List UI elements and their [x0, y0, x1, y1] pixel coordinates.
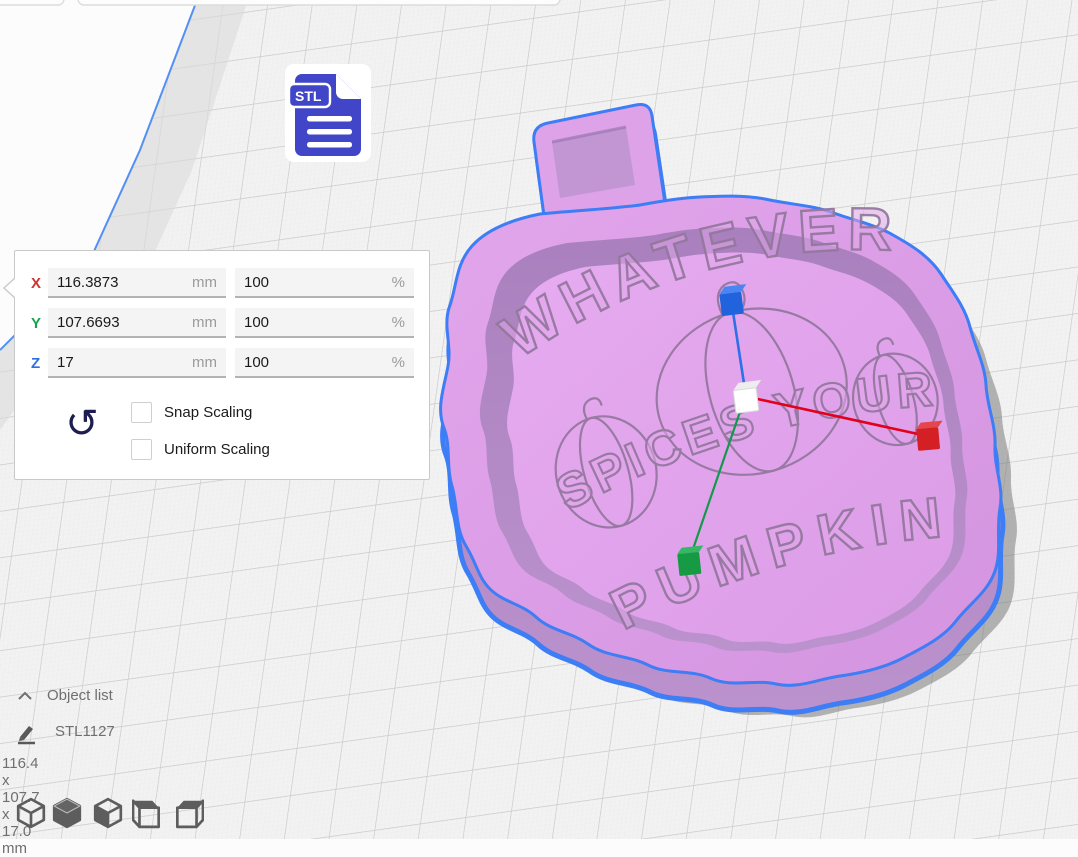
view-right-button[interactable] — [172, 797, 204, 829]
uniform-scaling-checkbox[interactable] — [131, 439, 152, 460]
scale-z-percent-input[interactable] — [235, 354, 414, 371]
snap-scaling-label: Snap Scaling — [164, 404, 252, 421]
scale-tool-panel: X mm % Y mm % Z mm % ↺ — [14, 250, 430, 480]
axis-label-x: X — [31, 275, 49, 292]
view-front-button[interactable] — [51, 797, 83, 829]
object-list-item[interactable]: STL1127 — [14, 721, 174, 745]
reset-scale-button[interactable]: ↺ — [61, 401, 103, 447]
view-top-button[interactable] — [92, 797, 124, 829]
top-toolbar-outline — [0, 0, 560, 5]
object-list-toggle[interactable]: Object list — [14, 686, 144, 708]
scale-y-mm-input[interactable] — [48, 314, 226, 331]
axis-label-y: Y — [31, 315, 49, 332]
object-name: STL1127 — [55, 723, 115, 740]
panel-pointer-arrow — [3, 277, 15, 299]
left-view-cube-icon — [132, 797, 164, 829]
3d-view-cube-icon — [15, 797, 47, 829]
right-view-cube-icon — [172, 797, 204, 829]
scale-x-mm-input[interactable] — [48, 274, 226, 291]
view-left-button[interactable] — [132, 797, 164, 829]
stl-file-icon[interactable]: STL — [285, 64, 371, 162]
chevron-up-icon — [17, 690, 33, 702]
front-view-cube-icon — [51, 797, 83, 829]
uniform-scaling-label: Uniform Scaling — [164, 441, 270, 458]
object-list-label: Object list — [47, 687, 113, 704]
stl-icon-label: STL — [295, 88, 322, 104]
axis-label-z: Z — [31, 355, 49, 372]
view-3d-button[interactable] — [15, 797, 47, 829]
scale-z-mm-input[interactable] — [48, 354, 226, 371]
scale-x-percent-input[interactable] — [235, 274, 414, 291]
top-view-cube-icon — [92, 797, 124, 829]
rename-pencil-icon[interactable] — [16, 723, 38, 745]
scale-y-percent-input[interactable] — [235, 314, 414, 331]
snap-scaling-checkbox[interactable] — [131, 402, 152, 423]
